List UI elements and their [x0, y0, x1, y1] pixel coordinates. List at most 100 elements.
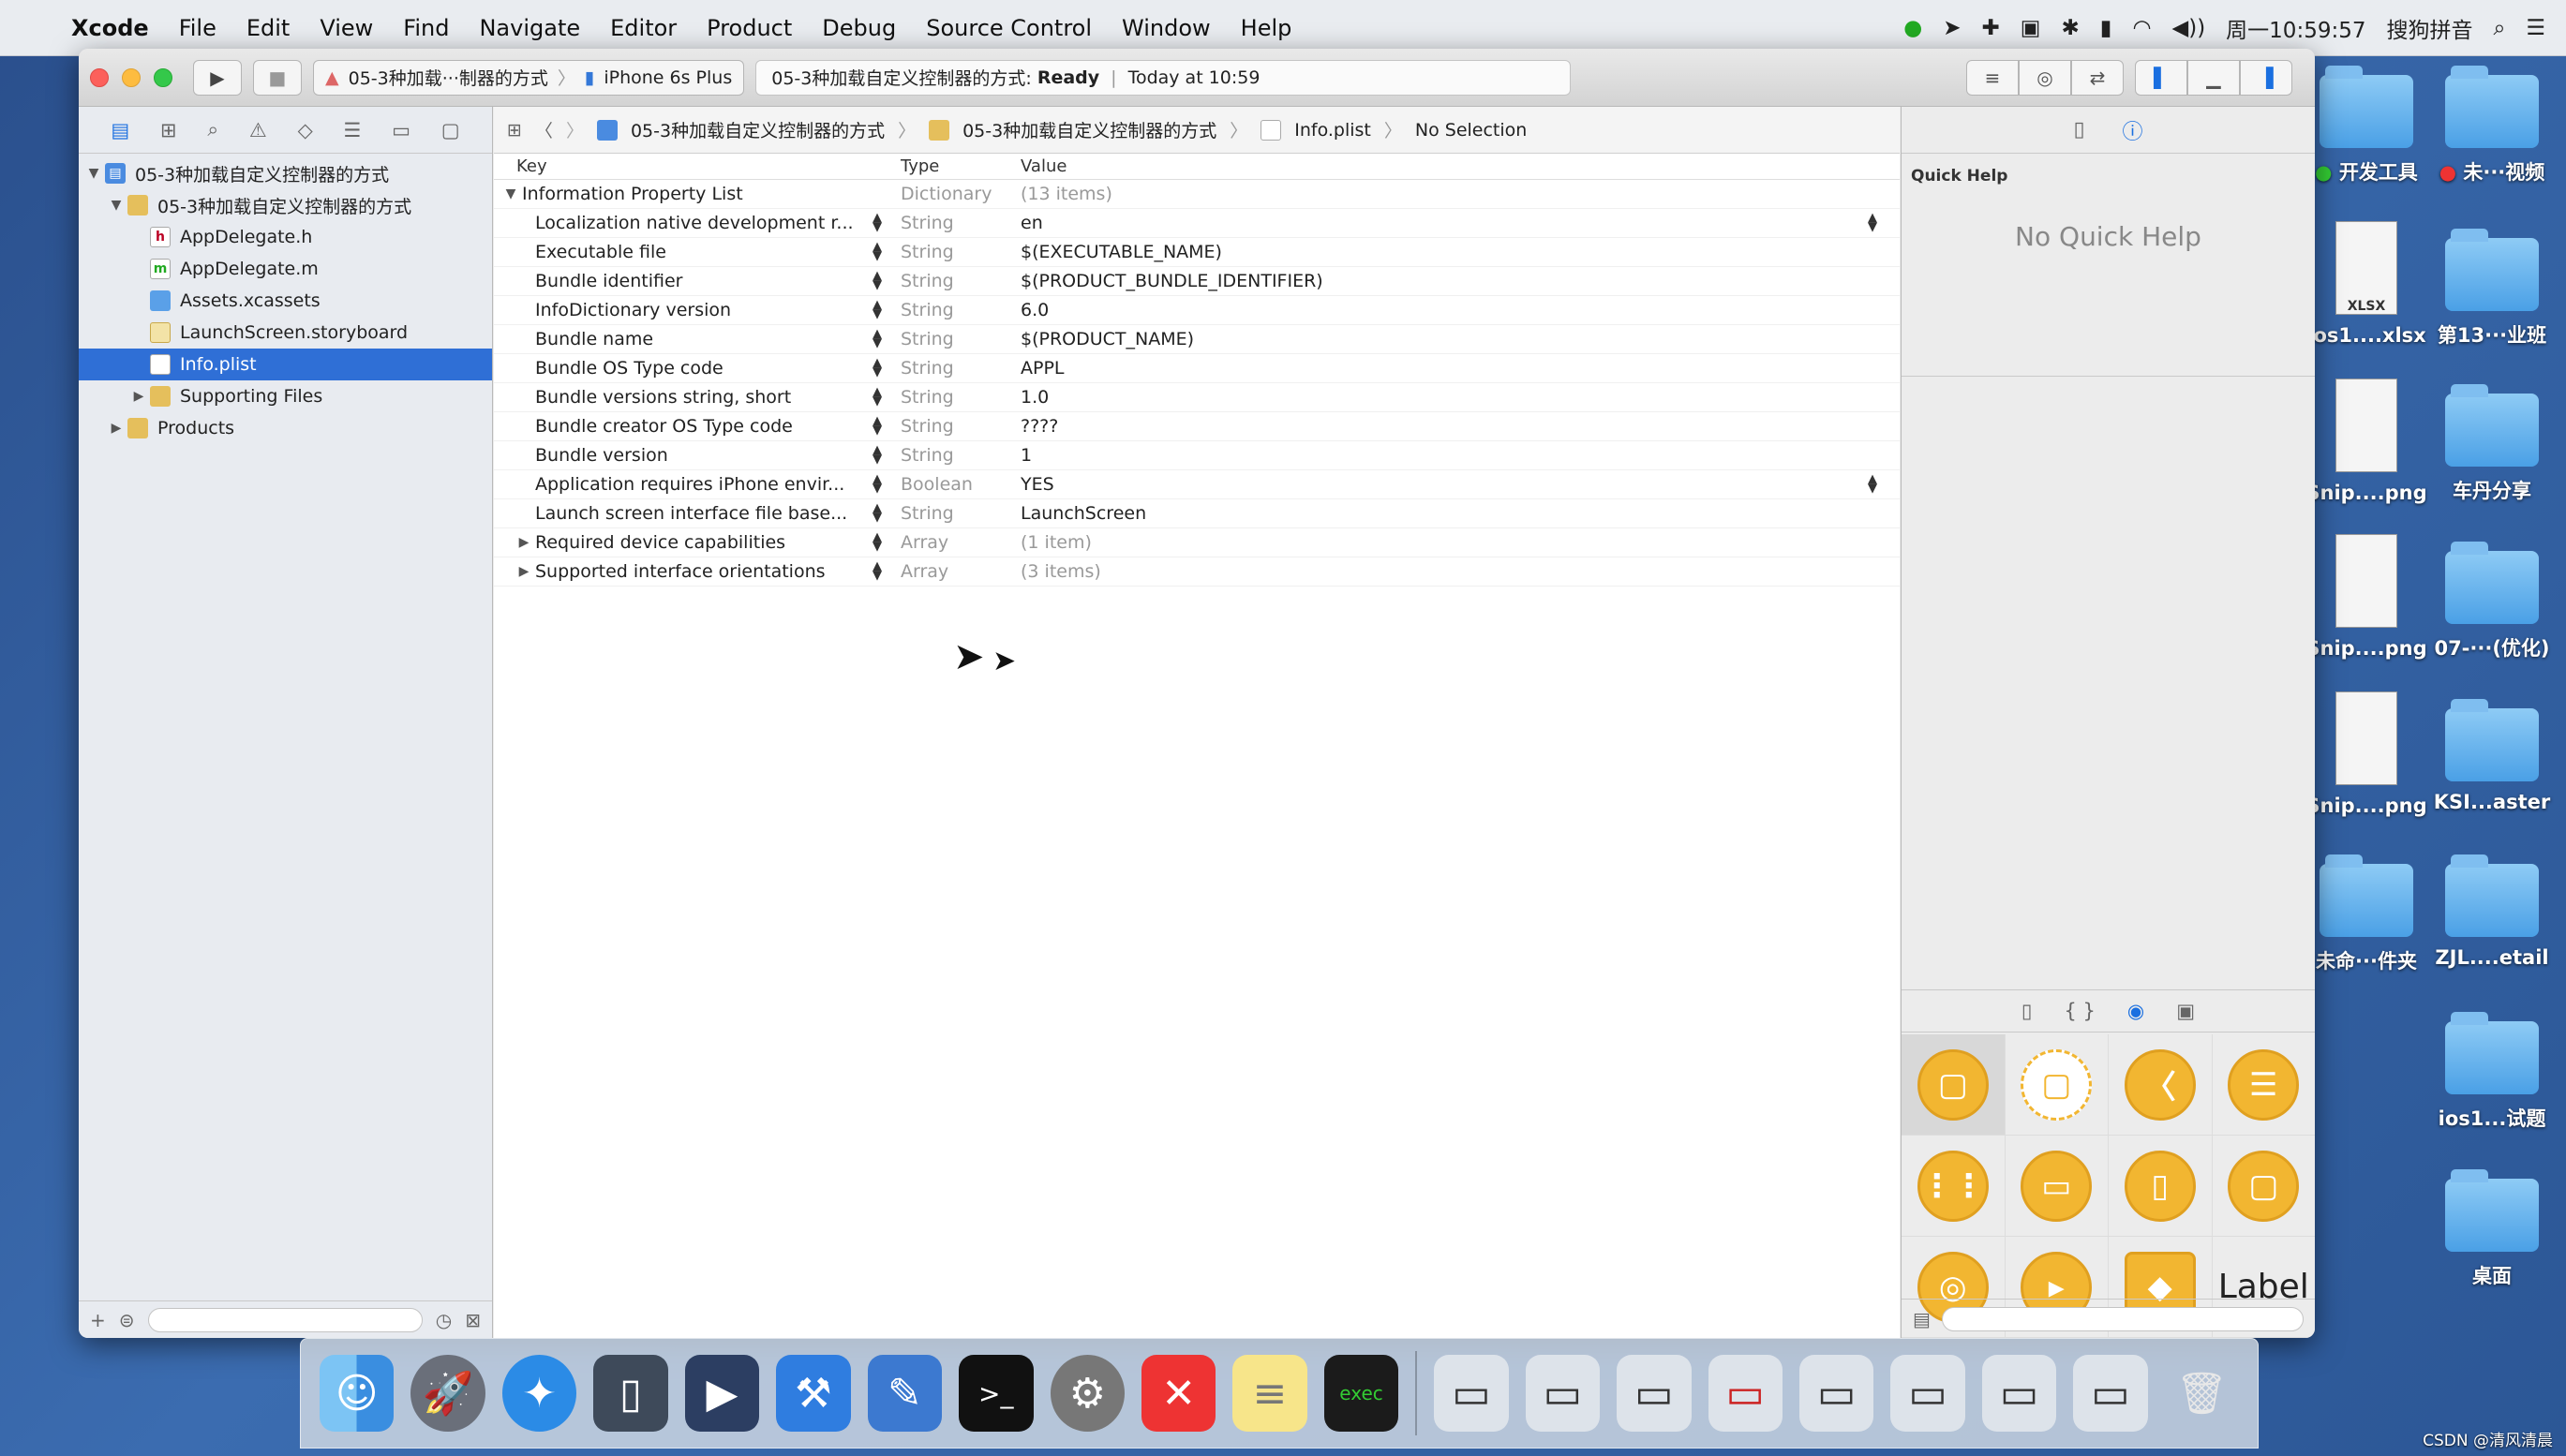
key-column-header[interactable]: Key — [494, 156, 888, 176]
minimized-window-icon[interactable]: ▭ — [1798, 1355, 1874, 1432]
menu-window[interactable]: Window — [1107, 15, 1226, 41]
library-item-page-view-controller[interactable]: ▢ — [2212, 1136, 2315, 1237]
key-stepper-icon[interactable]: ▲ ▼ — [867, 358, 888, 379]
menu-app-name[interactable]: Xcode — [56, 15, 164, 41]
tree-item-file[interactable]: h AppDelegate.h — [79, 221, 492, 253]
plist-value-text[interactable]: (1 item) — [1021, 532, 1883, 553]
library-item-storyboard-reference[interactable]: ▢ — [2005, 1034, 2109, 1136]
desktop-item[interactable]: Snip....png — [2296, 379, 2437, 504]
key-stepper-icon[interactable]: ▲ ▼ — [867, 213, 888, 233]
plist-type[interactable]: String — [888, 329, 1015, 349]
minimized-window-icon[interactable]: ▭ — [1890, 1355, 1965, 1432]
plist-row[interactable]: ▶ Required device capabilities ▲ ▼ Array (1 i… — [494, 528, 1900, 557]
plist-row[interactable]: Bundle identifier ▲ ▼ String $(PRODUCT_BUNDL… — [494, 267, 1900, 296]
terminal-icon[interactable]: >_ — [959, 1355, 1034, 1432]
plist-value-text[interactable]: $(PRODUCT_NAME) — [1021, 329, 1883, 349]
library-item-tab-bar-controller[interactable]: ▭ — [2005, 1136, 2109, 1237]
plist-type[interactable]: Array — [888, 561, 1015, 582]
value-column-header[interactable]: Value — [1015, 156, 1900, 176]
desktop-item[interactable]: 第13···业班 — [2422, 229, 2562, 349]
desktop-item[interactable]: XLSX ios1....xlsx — [2296, 221, 2437, 347]
plist-row[interactable]: Executable file ▲ ▼ String $(EXECUTABLE_NAME… — [494, 238, 1900, 267]
plist-value-text[interactable]: 1 — [1021, 445, 1883, 466]
filter-input[interactable] — [147, 1307, 423, 1332]
instruments-icon[interactable]: ✎ — [867, 1355, 943, 1432]
popup-chevron-icon[interactable]: ▲ ▼ — [1862, 212, 1883, 233]
minimized-window-icon[interactable]: ▭ — [1434, 1355, 1509, 1432]
plist-type[interactable]: String — [888, 503, 1015, 524]
plist-row[interactable]: Bundle OS Type code ▲ ▼ String APPL — [494, 354, 1900, 383]
key-stepper-icon[interactable]: ▲ ▼ — [867, 329, 888, 349]
breadcrumb-file[interactable]: Info.plist — [1294, 120, 1371, 141]
menu-product[interactable]: Product — [692, 15, 807, 41]
desktop-item[interactable]: KSI...aster — [2422, 699, 2562, 813]
plist-value-text[interactable]: en — [1021, 213, 1862, 233]
tree-item-file-selected[interactable]: Info.plist — [79, 349, 492, 380]
file-inspector-icon[interactable]: ▯ — [2073, 118, 2084, 141]
plist-row[interactable]: Launch screen interface file base... ▲ ▼ St… — [494, 499, 1900, 528]
desktop-item[interactable]: ● 开发工具 — [2296, 66, 2437, 186]
finder-icon[interactable]: ☺ — [320, 1355, 395, 1432]
mouse-app-icon[interactable]: ▯ — [593, 1355, 668, 1432]
code-snippet-icon[interactable]: { } — [2064, 1000, 2095, 1022]
object-library-icon[interactable]: ◉ — [2127, 1000, 2144, 1022]
plist-type[interactable]: String — [888, 416, 1015, 437]
scm-filter-icon[interactable]: ⊠ — [465, 1309, 481, 1331]
library-item-navigation-controller[interactable]: 〈 — [2109, 1034, 2213, 1136]
menu-edit[interactable]: Edit — [231, 15, 305, 41]
library-item-table-view-controller[interactable]: ☰ — [2212, 1034, 2315, 1136]
run-button[interactable]: ▶ — [193, 59, 242, 96]
breadcrumb-group[interactable]: 05-3种加载自定义控制器的方式 — [962, 117, 1216, 142]
plist-value-text[interactable]: YES — [1021, 474, 1862, 495]
plist-key[interactable]: Bundle version — [535, 445, 867, 466]
key-stepper-icon[interactable]: ▲ ▼ — [867, 242, 888, 262]
tree-item-file[interactable]: m AppDelegate.m — [79, 253, 492, 285]
plist-key[interactable]: Launch screen interface file base... — [535, 503, 867, 524]
plist-row[interactable]: Localization native development r... ▲ ▼ St… — [494, 209, 1900, 238]
report-icon[interactable]: ▢ — [441, 119, 460, 141]
breadcrumb-selection[interactable]: No Selection — [1415, 120, 1527, 141]
symbol-navigator-icon[interactable]: ⊞ — [160, 119, 177, 141]
key-stepper-icon[interactable]: ▲ ▼ — [867, 503, 888, 524]
library-filter-input[interactable] — [1941, 1306, 2304, 1331]
spotlight-search-icon[interactable]: ⌕ — [2493, 16, 2505, 40]
close-button[interactable] — [90, 67, 109, 87]
plist-type[interactable]: String — [888, 300, 1015, 320]
wifi-icon[interactable]: ◠ — [2132, 16, 2151, 40]
disclosure-triangle[interactable]: ▼ — [500, 186, 522, 201]
tree-item-group[interactable]: ▶ Supporting Files — [79, 380, 492, 412]
back-icon[interactable]: 〈 — [535, 117, 553, 142]
menu-view[interactable]: View — [305, 15, 388, 41]
tree-item-group[interactable]: ▼ 05-3种加载自定义控制器的方式 — [79, 189, 492, 221]
plist-row[interactable]: Bundle versions string, short ▲ ▼ String 1.0 — [494, 383, 1900, 412]
disclosure-triangle[interactable]: ▶ — [513, 535, 535, 550]
toggle-navigator-icon[interactable]: ▌ — [2135, 59, 2187, 96]
plist-type[interactable]: String — [888, 445, 1015, 466]
desktop-item[interactable]: Snip....png — [2296, 534, 2437, 660]
add-icon[interactable]: + — [90, 1309, 106, 1331]
file-template-icon[interactable]: ▯ — [2021, 1000, 2033, 1022]
plist-type[interactable]: String — [888, 387, 1015, 408]
screenflow-icon[interactable]: ▶ — [684, 1355, 760, 1432]
plist-key[interactable]: Bundle OS Type code — [535, 358, 867, 379]
plist-type[interactable]: Array — [888, 532, 1015, 553]
breakpoint-icon[interactable]: ▭ — [392, 119, 410, 141]
console-icon[interactable]: exec — [1323, 1355, 1399, 1432]
launchpad-icon[interactable]: 🚀 — [410, 1355, 485, 1432]
filter-icon[interactable]: ⊜ — [119, 1309, 135, 1331]
forward-icon[interactable]: 〉 — [566, 117, 584, 142]
tree-item-project[interactable]: ▼ ▤ 05-3种加载自定义控制器的方式 — [79, 157, 492, 189]
menu-help[interactable]: Help — [1226, 15, 1307, 41]
plist-value-text[interactable]: (3 items) — [1021, 561, 1883, 582]
volume-icon[interactable]: ◀)) — [2172, 16, 2206, 40]
minimized-window-icon[interactable]: ▭ — [1525, 1355, 1601, 1432]
plist-key[interactable]: Bundle name — [535, 329, 867, 349]
toggle-utilities-icon[interactable]: ▐ — [2240, 59, 2292, 96]
plist-value-text[interactable]: LaunchScreen — [1021, 503, 1883, 524]
bluetooth-icon[interactable]: ✱ — [2062, 16, 2080, 40]
breadcrumb-project[interactable]: 05-3种加载自定义控制器的方式 — [631, 117, 885, 142]
notes-icon[interactable]: ≡ — [1232, 1355, 1307, 1432]
xmind-icon[interactable]: ✕ — [1141, 1355, 1216, 1432]
lock-icon[interactable]: ▮ — [2100, 16, 2112, 40]
plist-value-text[interactable]: APPL — [1021, 358, 1883, 379]
